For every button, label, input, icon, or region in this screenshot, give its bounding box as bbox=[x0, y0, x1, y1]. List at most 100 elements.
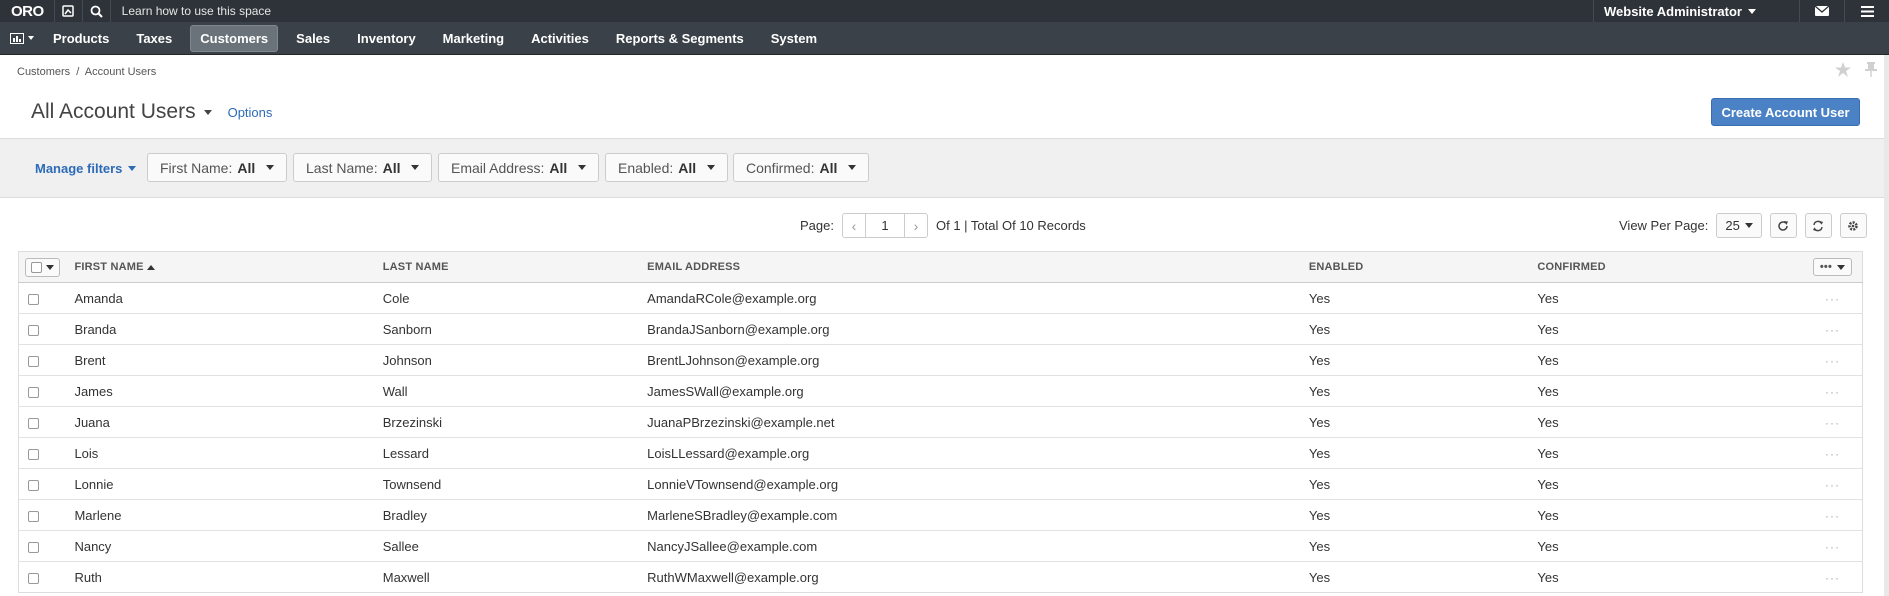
page-label: Page: bbox=[800, 218, 834, 233]
nav-taxes[interactable]: Taxes bbox=[127, 26, 181, 51]
column-enabled[interactable]: ENABLED bbox=[1308, 251, 1538, 283]
nav-activities[interactable]: Activities bbox=[522, 26, 598, 51]
filter-bar: Manage filters First Name: All Last Name… bbox=[0, 138, 1884, 198]
chevron-left-icon[interactable]: ‹ bbox=[843, 214, 865, 237]
table-row[interactable]: Lonnie Townsend LonnieVTownsend@example.or… bbox=[18, 468, 1863, 500]
table-row[interactable]: Amanda Cole AmandaRCole@example.org Yes Yes ·… bbox=[18, 282, 1863, 314]
column-confirmed[interactable]: CONFIRMED bbox=[1537, 251, 1813, 283]
row-actions-ellipsis-icon[interactable]: ··· bbox=[1825, 447, 1840, 461]
row-checkbox[interactable] bbox=[28, 355, 39, 367]
dashboard-menu[interactable] bbox=[0, 32, 44, 44]
row-checkbox[interactable] bbox=[28, 572, 39, 584]
reset-icon[interactable] bbox=[1804, 213, 1832, 238]
column-last-name[interactable]: LAST NAME bbox=[382, 251, 648, 283]
manage-filters-button[interactable]: Manage filters bbox=[35, 161, 137, 176]
chevron-down-icon[interactable] bbox=[203, 109, 212, 115]
options-link[interactable]: Options bbox=[228, 105, 273, 120]
oro-logo[interactable]: ORO bbox=[0, 0, 54, 22]
filter-confirmed[interactable]: Confirmed: All bbox=[733, 153, 870, 182]
grid-actions-menu[interactable]: ••• bbox=[1812, 258, 1852, 276]
filter-last-name[interactable]: Last Name: All bbox=[293, 153, 433, 182]
nav-system[interactable]: System bbox=[762, 26, 826, 51]
cell-last-name: Brzezinski bbox=[382, 406, 648, 438]
view-per-page-select[interactable]: 25 bbox=[1716, 213, 1762, 238]
table-row[interactable]: Branda Sanborn BrandaJSanborn@example.org Y… bbox=[18, 313, 1863, 345]
page-number-input[interactable]: 1 bbox=[864, 214, 905, 237]
row-checkbox[interactable] bbox=[28, 293, 39, 305]
column-first-name[interactable]: FIRST NAME bbox=[74, 251, 383, 283]
breadcrumb-customers[interactable]: Customers bbox=[17, 66, 70, 78]
row-checkbox[interactable] bbox=[28, 479, 39, 491]
cell-email: NancyJSallee@example.com bbox=[647, 530, 1309, 562]
shortcuts-icon[interactable] bbox=[53, 0, 82, 22]
create-account-user-button[interactable]: Create Account User bbox=[1711, 98, 1860, 126]
cell-first-name: Lois bbox=[74, 437, 383, 469]
filter-first-name[interactable]: First Name: All bbox=[147, 153, 288, 182]
row-actions-cell: ··· bbox=[1812, 375, 1863, 407]
cell-confirmed: Yes bbox=[1537, 530, 1813, 562]
cell-enabled: Yes bbox=[1308, 344, 1538, 376]
row-actions-ellipsis-icon[interactable]: ··· bbox=[1825, 540, 1840, 554]
table-row[interactable]: Marlene Bradley MarleneSBradley@example.co… bbox=[18, 499, 1863, 531]
learn-link[interactable]: Learn how to use this space bbox=[109, 0, 1354, 22]
nav-sales[interactable]: Sales bbox=[287, 26, 339, 51]
user-menu[interactable]: Website Administrator bbox=[1593, 0, 1799, 22]
row-actions-ellipsis-icon[interactable]: ··· bbox=[1825, 509, 1840, 523]
table-row[interactable]: Lois Lessard LoisLLessard@example.org Yes Ye… bbox=[18, 437, 1863, 469]
row-select-cell bbox=[18, 530, 75, 562]
row-actions-ellipsis-icon[interactable]: ··· bbox=[1825, 571, 1840, 585]
filter-enabled[interactable]: Enabled: All bbox=[605, 153, 729, 182]
row-actions-cell: ··· bbox=[1812, 468, 1863, 500]
row-actions-ellipsis-icon[interactable]: ··· bbox=[1825, 478, 1840, 492]
chevron-down-icon bbox=[1747, 8, 1756, 14]
search-icon[interactable] bbox=[81, 0, 110, 22]
table-row[interactable]: Juana Brzezinski JuanaPBrzezinski@example.… bbox=[18, 406, 1863, 438]
cell-enabled: Yes bbox=[1308, 406, 1538, 438]
nav-products[interactable]: Products bbox=[44, 26, 118, 51]
row-checkbox[interactable] bbox=[28, 510, 39, 522]
row-actions-ellipsis-icon[interactable]: ··· bbox=[1825, 354, 1840, 368]
pin-icon[interactable] bbox=[1865, 62, 1877, 77]
chevron-down-icon bbox=[266, 165, 275, 170]
row-checkbox[interactable] bbox=[28, 417, 39, 429]
row-checkbox[interactable] bbox=[28, 386, 39, 398]
chevron-right-icon[interactable]: › bbox=[905, 214, 927, 237]
scrollbar[interactable] bbox=[1884, 55, 1889, 596]
column-email-address[interactable]: EMAIL ADDRESS bbox=[647, 251, 1309, 283]
page-title[interactable]: All Account Users bbox=[31, 100, 196, 124]
cell-enabled: Yes bbox=[1308, 375, 1538, 407]
star-icon[interactable] bbox=[1835, 62, 1851, 77]
gear-icon[interactable] bbox=[1839, 213, 1867, 238]
table-row[interactable]: Ruth Maxwell RuthWMaxwell@example.org Yes Ye… bbox=[18, 561, 1863, 593]
select-all-header bbox=[18, 251, 75, 283]
row-actions-ellipsis-icon[interactable]: ··· bbox=[1825, 385, 1840, 399]
row-checkbox[interactable] bbox=[28, 448, 39, 460]
nav-marketing[interactable]: Marketing bbox=[434, 26, 513, 51]
nav-inventory[interactable]: Inventory bbox=[348, 26, 425, 51]
nav-customers[interactable]: Customers bbox=[190, 24, 279, 52]
row-actions-cell: ··· bbox=[1812, 313, 1863, 345]
row-actions-cell: ··· bbox=[1812, 282, 1863, 314]
mail-icon[interactable] bbox=[1799, 0, 1844, 22]
select-all-checkbox[interactable] bbox=[25, 257, 60, 277]
row-actions-ellipsis-icon[interactable]: ··· bbox=[1825, 323, 1840, 337]
hamburger-menu-icon[interactable] bbox=[1844, 0, 1889, 22]
row-checkbox[interactable] bbox=[28, 541, 39, 553]
cell-confirmed: Yes bbox=[1537, 468, 1813, 500]
table-row[interactable]: Nancy Sallee NancyJSallee@example.com Yes Ye… bbox=[18, 530, 1863, 562]
chevron-down-icon bbox=[411, 165, 420, 170]
refresh-icon[interactable] bbox=[1769, 213, 1797, 238]
table-row[interactable]: James Wall JamesSWall@example.org Yes Yes ··· bbox=[18, 375, 1863, 407]
row-actions-ellipsis-icon[interactable]: ··· bbox=[1825, 292, 1840, 306]
cell-first-name: Amanda bbox=[74, 282, 383, 314]
nav-reports-segments[interactable]: Reports & Segments bbox=[607, 26, 753, 51]
row-actions-ellipsis-icon[interactable]: ··· bbox=[1825, 416, 1840, 430]
cell-enabled: Yes bbox=[1308, 499, 1538, 531]
user-name: Website Administrator bbox=[1604, 3, 1742, 19]
chevron-down-icon bbox=[707, 165, 716, 170]
cell-enabled: Yes bbox=[1308, 468, 1538, 500]
dashboard-icon bbox=[10, 32, 24, 44]
filter-email-address[interactable]: Email Address: All bbox=[438, 153, 600, 182]
table-row[interactable]: Brent Johnson BrentLJohnson@example.org Yes… bbox=[18, 344, 1863, 376]
row-checkbox[interactable] bbox=[28, 324, 39, 336]
